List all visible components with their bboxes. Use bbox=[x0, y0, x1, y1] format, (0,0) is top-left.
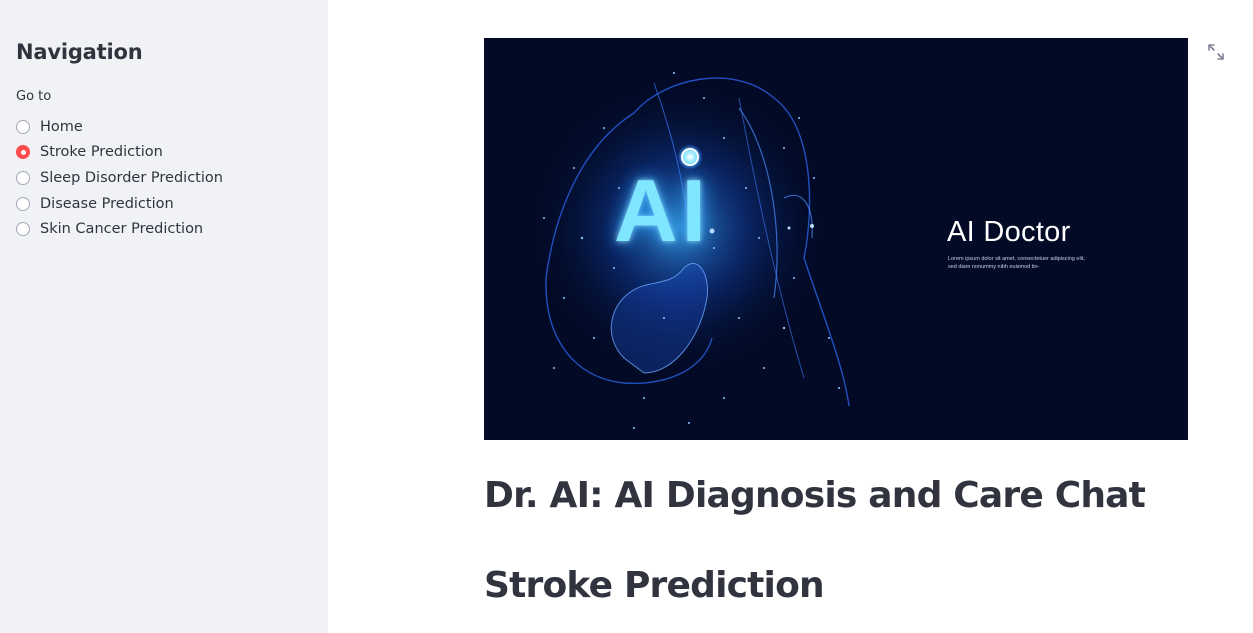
hero-title: AI Doctor bbox=[947, 216, 1071, 248]
radio-option-stroke-prediction[interactable]: Stroke Prediction bbox=[16, 140, 223, 166]
radio-option-sleep-disorder-prediction[interactable]: Sleep Disorder Prediction bbox=[16, 165, 223, 191]
app: Navigation Go to Home Stroke Prediction … bbox=[0, 0, 1253, 633]
hero-illustration bbox=[529, 72, 850, 429]
section-title: Stroke Prediction bbox=[484, 565, 825, 606]
radio-option-label: Home bbox=[40, 118, 83, 135]
sidebar: Navigation Go to Home Stroke Prediction … bbox=[0, 0, 328, 633]
radio-button-icon[interactable] bbox=[16, 222, 30, 237]
page-title: Dr. AI: AI Diagnosis and Care Chat bbox=[484, 475, 1146, 516]
navigation-radio-group: Home Stroke Prediction Sleep Disorder Pr… bbox=[16, 114, 223, 242]
hero-subtitle: Lorem ipsum dolor sit amet, consectetuer… bbox=[948, 256, 1085, 270]
radio-option-label: Stroke Prediction bbox=[40, 144, 163, 161]
radio-group-label: Go to bbox=[16, 89, 52, 104]
sidebar-title: Navigation bbox=[16, 40, 143, 64]
radio-option-label: Skin Cancer Prediction bbox=[40, 221, 204, 238]
radio-button-icon[interactable] bbox=[16, 170, 30, 185]
hero-image: AI AI Doctor Lorem ipsum dolor sit amet,… bbox=[484, 38, 1188, 440]
radio-button-icon[interactable] bbox=[16, 196, 30, 211]
radio-button-selected-icon[interactable] bbox=[16, 145, 30, 160]
radio-option-disease-prediction[interactable]: Disease Prediction bbox=[16, 191, 223, 217]
fullscreen-expand-icon[interactable] bbox=[1206, 42, 1226, 62]
radio-option-skin-cancer-prediction[interactable]: Skin Cancer Prediction bbox=[16, 216, 223, 242]
radio-button-icon[interactable] bbox=[16, 119, 30, 134]
radio-option-home[interactable]: Home bbox=[16, 114, 223, 140]
radio-option-label: Disease Prediction bbox=[40, 195, 174, 212]
hero-ai-text: AI bbox=[614, 161, 710, 260]
main-content: AI AI Doctor Lorem ipsum dolor sit amet,… bbox=[328, 0, 1253, 633]
radio-option-label: Sleep Disorder Prediction bbox=[40, 169, 223, 186]
